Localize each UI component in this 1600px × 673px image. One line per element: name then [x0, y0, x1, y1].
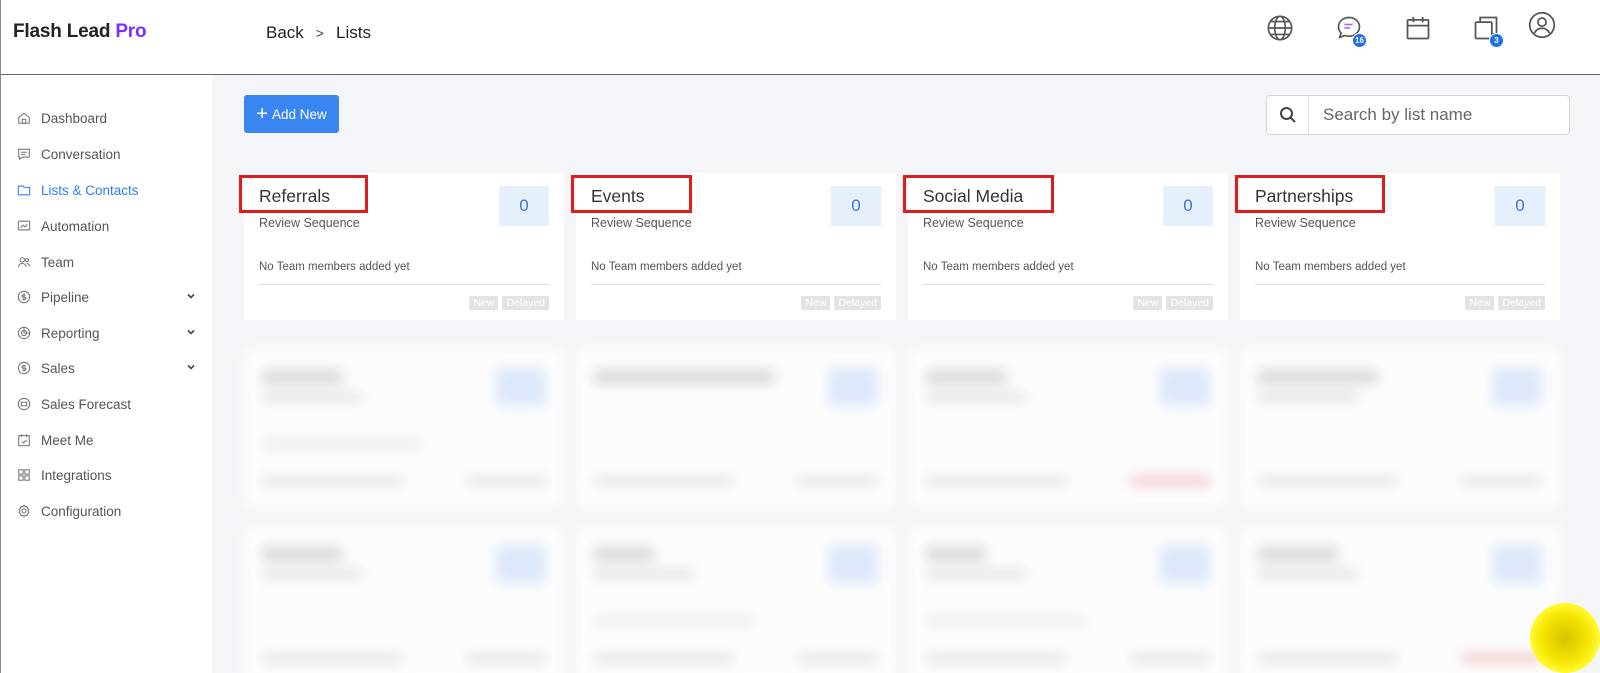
blurred-list-area	[0, 0, 1600, 673]
cursor-highlight	[1530, 603, 1600, 673]
blurred-card	[908, 525, 1228, 673]
blurred-card	[576, 525, 896, 673]
blurred-card	[576, 348, 896, 508]
blurred-card	[908, 348, 1228, 508]
blurred-card	[244, 348, 564, 508]
blurred-card	[1240, 525, 1560, 673]
blurred-card	[1240, 348, 1560, 508]
blurred-card	[244, 525, 564, 673]
